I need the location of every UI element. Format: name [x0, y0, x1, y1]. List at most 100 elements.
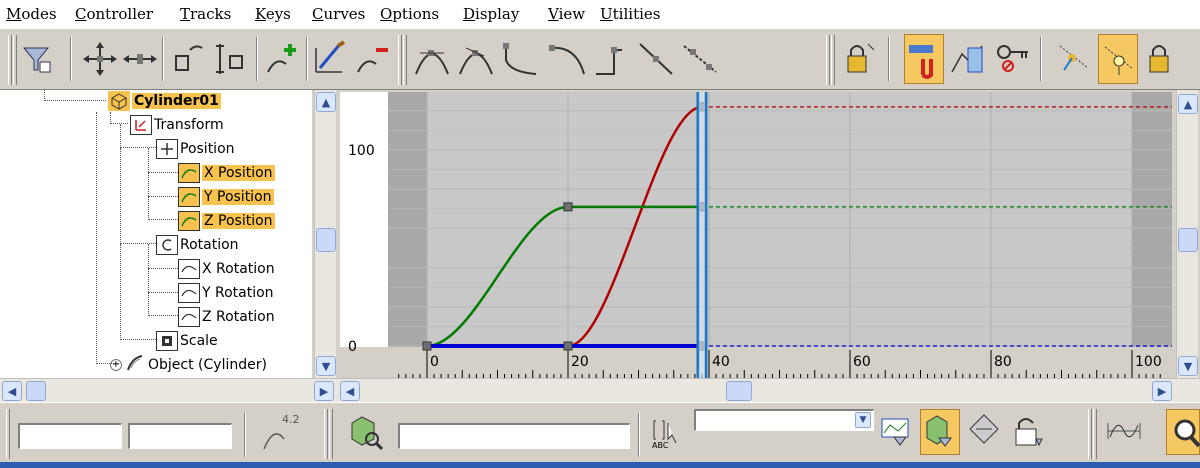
tree-node-y-rotation[interactable]: Y Rotation [178, 282, 274, 304]
biped-rotation-button[interactable] [1098, 34, 1138, 84]
scroll-up-icon[interactable]: ▲ [1178, 94, 1198, 114]
tangent-auto-button[interactable] [412, 34, 452, 84]
curve-icon [178, 211, 200, 231]
curve-graph-canvas[interactable]: 100 0 0 20 40 60 80 100 [340, 90, 1172, 380]
coordinate-display[interactable]: 4.2 [260, 409, 300, 455]
graph-hscroll-thumb[interactable] [726, 381, 752, 401]
ruler-label: 20 [571, 354, 589, 370]
dropdown-arrow-icon[interactable]: ▼ [855, 412, 871, 428]
tree-node-transform[interactable]: Transform [130, 114, 224, 136]
add-keys-button[interactable] [262, 34, 302, 84]
tree-node-z-position[interactable]: Z Position [178, 210, 275, 232]
ruler-label: 40 [712, 354, 730, 370]
zoom-selected-button[interactable] [346, 409, 386, 455]
scroll-down-icon[interactable]: ▼ [316, 356, 336, 376]
show-keyable-button[interactable] [948, 34, 988, 84]
tangent-smooth-button[interactable] [680, 34, 720, 84]
toolbar-grip[interactable] [1093, 409, 1097, 459]
graph-scroll-right-icon[interactable]: ▶ [1152, 381, 1172, 401]
toolbar-grip[interactable] [324, 409, 328, 459]
tree-node-x-rotation[interactable]: X Rotation [178, 258, 275, 280]
scroll-up-icon[interactable]: ▲ [316, 92, 336, 112]
biped-position-button[interactable] [1054, 34, 1094, 84]
key-out-of-range-button[interactable] [992, 34, 1032, 84]
tree-vertical-scrollbar[interactable]: ▲ ▼ [314, 90, 336, 378]
toolbar-separator [244, 413, 246, 457]
tree-hscroll-thumb[interactable] [26, 381, 46, 401]
menu-tracks[interactable]: Tracks [180, 5, 231, 23]
tangent-linear-button[interactable] [636, 34, 676, 84]
tree-node-z-rotation[interactable]: Z Rotation [178, 306, 275, 328]
biped-xyz-button[interactable] [1142, 34, 1182, 84]
menu-keys[interactable]: Keys [255, 5, 291, 23]
tree-node-rotation[interactable]: Rotation [156, 234, 239, 256]
toolbar-grip[interactable] [398, 35, 402, 85]
tangent-fast-button[interactable] [500, 34, 540, 84]
tree-node-cylinder01[interactable]: Cylinder01 [108, 90, 221, 112]
menu-controller[interactable]: Controller [75, 5, 153, 23]
tree-scroll-right-icon[interactable]: ▶ [314, 381, 334, 401]
slide-keys-button[interactable] [120, 34, 160, 84]
tree-node-label: Scale [180, 333, 218, 349]
draw-curves-button[interactable] [312, 34, 352, 84]
scale-values-icon [216, 44, 243, 74]
zoom-extents-button[interactable] [1104, 409, 1144, 455]
toolbar-grip[interactable] [8, 35, 12, 85]
toolbar-grip[interactable] [6, 409, 10, 459]
menu-utilities[interactable]: Utilities [600, 5, 660, 23]
isolate-curve-button[interactable] [964, 409, 1004, 455]
position-icon [156, 139, 178, 159]
tree-node-label: Cylinder01 [132, 93, 221, 109]
curve-editor-toolbar [0, 28, 1200, 90]
filter-button[interactable] [18, 34, 58, 84]
menu-display[interactable]: Display [463, 5, 519, 23]
toolbar-grip[interactable] [403, 35, 407, 85]
filter-selected-button[interactable] [920, 409, 960, 455]
move-keys-button[interactable] [80, 34, 120, 84]
tree-node-y-position[interactable]: Y Position [178, 186, 274, 208]
toolbar-grip[interactable] [329, 409, 333, 459]
value-field[interactable] [128, 423, 232, 449]
filter-keys-button[interactable] [876, 409, 916, 455]
tree-node-position[interactable]: Position [156, 138, 235, 160]
tangent-slow-button[interactable] [548, 34, 588, 84]
toolbar-grip[interactable] [13, 35, 17, 85]
curve-graph[interactable]: 100 0 0 20 40 60 80 100 [340, 90, 1172, 380]
toolbar-separator [1040, 37, 1042, 81]
toolbar-separator [70, 37, 72, 81]
reduce-keys-button[interactable] [352, 34, 392, 84]
scroll-down-icon[interactable]: ▼ [1178, 356, 1198, 376]
biped-position-icon [1059, 45, 1089, 71]
menu-curves[interactable]: Curves [312, 5, 365, 23]
edit-name-button[interactable]: ABC [648, 409, 688, 455]
scale-keys-button[interactable] [168, 34, 208, 84]
scale-values-button[interactable] [210, 34, 250, 84]
graph-scroll-left-icon[interactable]: ◀ [340, 381, 360, 401]
scroll-thumb[interactable] [316, 228, 336, 252]
menu-options[interactable]: Options [380, 5, 439, 23]
zoom-button[interactable] [1166, 409, 1200, 455]
graph-vertical-scrollbar[interactable]: ▲ ▼ [1176, 90, 1198, 378]
expand-plus-icon[interactable]: + [110, 359, 122, 371]
key-name-field[interactable] [398, 423, 630, 449]
toolbar-grip[interactable] [1088, 409, 1092, 459]
tree-node-label: X Position [202, 165, 275, 181]
filter-dropdown[interactable]: ▼ [694, 409, 874, 431]
frame-field[interactable] [18, 423, 122, 449]
tangent-step-button[interactable] [592, 34, 632, 84]
toolbar-grip[interactable] [826, 35, 830, 85]
snap-frames-icon [909, 45, 933, 79]
lock-keys-button[interactable] [1008, 409, 1048, 455]
tree-node-scale[interactable]: Scale [156, 330, 218, 352]
filter-icon [22, 47, 51, 73]
tree-scroll-left-icon[interactable]: ◀ [2, 381, 22, 401]
tree-node-x-position[interactable]: X Position [178, 162, 275, 184]
lock-selection-button[interactable] [840, 34, 880, 84]
scroll-thumb[interactable] [1178, 228, 1198, 252]
menu-view[interactable]: View [548, 5, 585, 23]
snap-frames-button[interactable] [904, 34, 944, 84]
tree-node-object-cylinder[interactable]: + Object (Cylinder) [110, 354, 267, 376]
tangent-custom-button[interactable] [456, 34, 496, 84]
menu-modes[interactable]: Modes [6, 5, 57, 23]
toolbar-grip[interactable] [831, 35, 835, 85]
